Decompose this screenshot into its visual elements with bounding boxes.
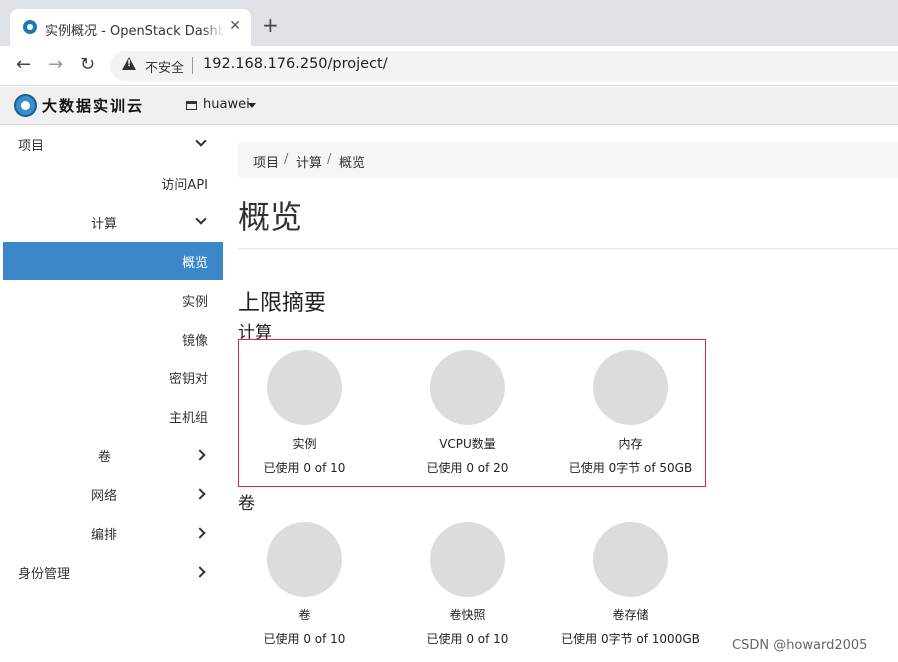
pie-usage: 已使用 0 of 20 (426, 461, 509, 475)
security-label[interactable]: 不安全 (145, 57, 184, 76)
sidebar-item-server-groups[interactable]: 主机组 (3, 397, 223, 435)
sidebar-item-label: 主机组 (168, 411, 208, 426)
volume-heading: 卷 (238, 494, 255, 514)
sidebar-item-compute[interactable]: 计算 (3, 203, 223, 241)
chevron-down-icon (195, 135, 207, 147)
address-bar[interactable]: 不安全 192.168.176.250/project/ (110, 51, 898, 81)
vcpu-usage-pie (430, 350, 505, 425)
chevron-right-icon (194, 449, 206, 461)
pie-usage: 已使用 0字节 of 50GB (568, 461, 693, 475)
not-secure-warning-icon[interactable] (122, 57, 136, 70)
pie-label: 内存 (618, 437, 643, 451)
sidebar-item-label: 概览 (181, 256, 208, 271)
sidebar-item-label: 编排 (91, 528, 118, 543)
project-icon[interactable] (186, 101, 197, 110)
chevron-right-icon (194, 566, 206, 578)
pie-usage: 已使用 0字节 of 1000GB (561, 632, 700, 646)
sidebar-item-key-pairs[interactable]: 密钥对 (3, 358, 223, 396)
page-title: 概览 (238, 198, 303, 236)
openstack-favicon-icon (23, 20, 37, 34)
volume-storage-usage-pie (593, 522, 668, 597)
pie-usage: 已使用 0 of 10 (426, 632, 509, 646)
sidebar-item-instances[interactable]: 实例 (3, 281, 223, 319)
sidebar-item-images[interactable]: 镜像 (3, 320, 223, 358)
sidebar-item-volumes[interactable]: 卷 (3, 436, 223, 474)
url-text[interactable]: 192.168.176.250/project/ (203, 56, 388, 72)
sidebar-item-label: 网络 (91, 489, 118, 504)
memory-usage-pie (593, 350, 668, 425)
chevron-down-icon (195, 213, 207, 225)
dashboard-header: 大数据实训云 huawei (0, 87, 898, 125)
tab-title: 实例概况 - OpenStack Dashboard (45, 20, 225, 39)
sidebar-nav: 项目 访问API 计算 概览 实例 镜像 密钥对 主机组 卷 网络 编排 身份管… (3, 125, 223, 662)
caret-down-icon[interactable] (248, 103, 256, 108)
chevron-right-icon (194, 527, 206, 539)
logo-icon[interactable] (14, 94, 37, 117)
sidebar-item-identity[interactable]: 身份管理 (3, 553, 223, 591)
sidebar-item-network[interactable]: 网络 (3, 475, 223, 513)
sidebar-item-label: 访问API (161, 178, 208, 193)
breadcrumb-compute[interactable]: 计算 (296, 152, 322, 171)
close-tab-icon[interactable]: ✕ (229, 18, 241, 34)
title-divider (238, 248, 898, 249)
pie-label: 卷存储 (612, 608, 649, 622)
new-tab-button[interactable]: + (262, 15, 279, 35)
sidebar-item-api-access[interactable]: 访问API (3, 164, 223, 202)
pie-label: 实例 (292, 437, 317, 451)
logo-text[interactable]: 大数据实训云 (42, 95, 144, 116)
sidebar-item-label: 实例 (181, 295, 208, 310)
instances-usage-pie (267, 350, 342, 425)
breadcrumb-separator: / (327, 152, 332, 167)
project-selector[interactable]: huawei (203, 97, 250, 112)
limit-summary-heading: 上限摘要 (238, 291, 327, 316)
breadcrumb-separator: / (284, 152, 289, 167)
watermark: CSDN @howard2005 (732, 638, 868, 653)
sidebar-item-label: 身份管理 (18, 567, 71, 582)
pie-usage: 已使用 0 of 10 (263, 632, 346, 646)
browser-toolbar: ← → ↻ 不安全 192.168.176.250/project/ (0, 46, 898, 86)
volumes-usage-pie (267, 522, 342, 597)
sidebar-item-orchestration[interactable]: 编排 (3, 514, 223, 552)
sidebar-item-label: 镜像 (181, 334, 208, 349)
pie-usage: 已使用 0 of 10 (263, 461, 346, 475)
chevron-right-icon (194, 488, 206, 500)
sidebar-item-label: 计算 (91, 217, 118, 232)
pie-label: VCPU数量 (439, 437, 496, 451)
forward-icon[interactable]: → (48, 55, 63, 75)
browser-tab-strip: 实例概况 - OpenStack Dashboard ✕ + (0, 0, 898, 46)
sidebar-item-label: 卷 (98, 450, 112, 465)
pie-label: 卷 (298, 608, 311, 622)
breadcrumb-overview: 概览 (339, 156, 366, 171)
sidebar-item-overview[interactable]: 概览 (3, 242, 223, 280)
pie-label: 卷快照 (449, 608, 486, 622)
breadcrumb: 项目 / 计算 / 概览 (238, 142, 898, 178)
volume-snapshots-usage-pie (430, 522, 505, 597)
breadcrumb-project[interactable]: 项目 (253, 152, 279, 171)
reload-icon[interactable]: ↻ (80, 55, 95, 75)
sidebar-item-label: 项目 (18, 139, 45, 154)
back-icon[interactable]: ← (16, 55, 31, 75)
sidebar-item-project[interactable]: 项目 (3, 125, 223, 163)
browser-tab[interactable]: 实例概况 - OpenStack Dashboard ✕ (10, 9, 251, 46)
address-divider (192, 57, 193, 74)
sidebar-item-label: 密钥对 (168, 372, 208, 387)
